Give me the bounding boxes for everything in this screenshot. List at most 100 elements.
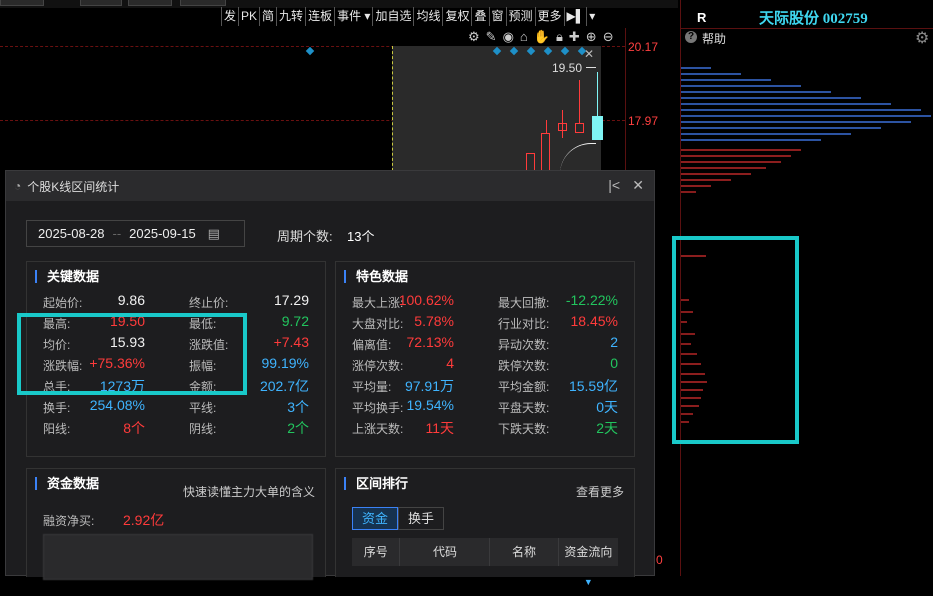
stat-label: 跌停次数: <box>498 359 550 373</box>
top-tab[interactable] <box>180 0 226 6</box>
stat-label: 大盘对比: <box>352 317 404 331</box>
funds-help-link[interactable]: 快速读懂主力大单的含义 <box>183 483 315 500</box>
gear-icon[interactable]: ⚙ <box>915 28 929 48</box>
ranking-tabs: 资金 换手 <box>352 507 444 530</box>
column-header-label: 资金流向 <box>564 545 613 559</box>
pen-icon[interactable]: ✎ <box>486 29 497 45</box>
stat-label: 平均换手: <box>352 401 404 415</box>
eye-icon[interactable]: ◉ <box>503 29 514 45</box>
zoom-in-icon[interactable]: ⊕ <box>586 29 597 45</box>
candle <box>575 123 584 133</box>
stat-value: 19.50 <box>109 313 145 329</box>
top-tab[interactable] <box>128 0 172 6</box>
candle-wick <box>597 72 598 116</box>
stat-label: 阳线: <box>43 422 71 436</box>
stat-value: 19.54% <box>406 397 454 413</box>
stat-label: 上涨天数: <box>352 422 404 436</box>
toolbar-button[interactable]: PK <box>238 7 259 26</box>
zoom-out-icon[interactable]: ⊖ <box>603 29 614 45</box>
stat-value: 9.86 <box>117 292 145 308</box>
dialog-title: 个股K线区间统计 <box>27 179 120 194</box>
period-value: 13个 <box>347 229 375 244</box>
stat-value: 17.29 <box>273 292 309 308</box>
stat-value: 202.7亿 <box>259 378 309 394</box>
toolbar-button[interactable]: 连板 <box>305 7 334 26</box>
blurred-content <box>43 534 313 580</box>
funds-panel: 资金数据 快速读懂主力大单的含义 融资净买: 2.92亿 <box>26 468 326 580</box>
collapse-icon[interactable]: |< <box>608 177 620 193</box>
toolbar-button[interactable]: ▾ <box>586 7 597 26</box>
close-icon[interactable]: ✕ <box>584 47 594 61</box>
margin-value: 2.92亿 <box>123 512 165 528</box>
top-tab[interactable] <box>80 0 122 6</box>
start-date[interactable]: 2025-08-28 <box>38 226 105 241</box>
toolbar-button[interactable]: 均线 <box>413 7 442 26</box>
high-price-marker: 19.50 <box>552 61 583 75</box>
stat-value: 254.08% <box>89 397 145 413</box>
toolbar-button[interactable]: 窗 <box>488 7 506 26</box>
top-tab[interactable] <box>0 0 44 6</box>
stat-value: +7.43 <box>273 334 309 350</box>
stat-value: 2天 <box>596 420 618 436</box>
toolbar-button[interactable]: 加自选 <box>372 7 413 26</box>
ranking-more-link[interactable]: 查看更多 <box>576 483 624 500</box>
toolbar-button[interactable]: 事件 ▾ <box>334 7 372 26</box>
candle <box>526 153 535 171</box>
stat-value: 3个 <box>287 399 309 415</box>
tab-funds[interactable]: 资金 <box>352 507 398 530</box>
close-icon[interactable]: ✕ <box>632 177 644 194</box>
candle-wick <box>546 120 547 133</box>
chart-tools: ⚙ ✎ ◉ ⌂ ✋ 🔒︎ ✚ ⊕ ⊖ <box>468 29 614 45</box>
period-label: 周期个数: <box>277 229 333 244</box>
stat-label: 异动次数: <box>498 338 550 352</box>
toolbar-button[interactable]: 复权 <box>442 7 471 26</box>
stat-label: 最低: <box>189 317 217 331</box>
ranking-panel: 区间排行 查看更多 资金 换手 序号 代码 名称 资金流向 ▼ <box>335 468 635 587</box>
stat-label: 涨跌幅: <box>43 359 83 373</box>
stat-value: +75.36% <box>89 355 145 371</box>
lock-icon[interactable]: 🔒︎ <box>556 29 563 45</box>
toolbar-button[interactable]: 预测 <box>505 7 535 26</box>
toolbar-button[interactable]: 简 <box>259 7 276 26</box>
tab-turnover[interactable]: 换手 <box>398 507 444 530</box>
stat-value: 4 <box>446 355 454 371</box>
settings-icon[interactable]: ⚙ <box>468 29 480 45</box>
toolbar-button[interactable]: 更多 <box>534 7 564 26</box>
toolbar-button[interactable]: 九转 <box>276 7 305 26</box>
section-title: 特色数据 <box>344 270 408 283</box>
help-icon[interactable]: ? <box>685 31 697 43</box>
stat-label: 下跌天数: <box>498 422 550 436</box>
column-header: 名称 <box>490 538 559 566</box>
stat-value: 99.19% <box>261 355 309 371</box>
stat-label: 平盘天数: <box>498 401 550 415</box>
sort-icon[interactable]: ▼ <box>584 577 593 587</box>
help-link[interactable]: 帮助 <box>702 30 726 47</box>
stat-label: 金额: <box>189 380 217 394</box>
dialog-header: ◔ 个股K线区间统计 |< ✕ <box>6 171 654 201</box>
hand-icon[interactable]: ✋ <box>534 29 550 45</box>
stat-value: 11天 <box>425 420 454 436</box>
right-panel: R 天际股份 002759 ? 帮助 ⚙ <box>680 0 933 576</box>
margin-label: 融资净买: <box>43 514 95 528</box>
column-header-sortable[interactable]: 资金流向 ▼ <box>559 538 618 587</box>
stat-label: 阴线: <box>189 422 217 436</box>
chip-distribution <box>681 67 931 423</box>
cross-icon[interactable]: ✚ <box>569 29 580 45</box>
stat-value: 18.45% <box>570 313 618 329</box>
toolbar-button[interactable]: 发 <box>221 7 238 26</box>
marker-diamond <box>305 46 315 56</box>
key-data-panel: 关键数据 起始价: 9.86 终止价: 17.29 最高: 19.50 最低: 9.72 均价:… <box>26 261 326 457</box>
ranking-table-header: 序号 代码 名称 资金流向 ▼ <box>352 538 618 587</box>
date-range-picker[interactable]: 2025-08-28 -- 2025-09-15 ▤ <box>26 220 245 247</box>
toolbar-button[interactable]: ▶▌ <box>563 7 587 26</box>
stat-value: 5.78% <box>414 313 454 329</box>
basket-icon[interactable]: ⌂ <box>520 29 528 45</box>
column-header: 代码 <box>400 538 491 566</box>
stat-label: 最大回撤: <box>498 296 550 310</box>
calendar-icon[interactable]: ▤ <box>208 226 220 242</box>
stat-value: 1273万 <box>99 378 145 394</box>
toolbar-button[interactable]: 叠 <box>471 7 488 26</box>
end-date[interactable]: 2025-09-15 <box>129 226 196 241</box>
stat-label: 平均金额: <box>498 380 550 394</box>
stat-label: 起始价: <box>43 296 83 310</box>
